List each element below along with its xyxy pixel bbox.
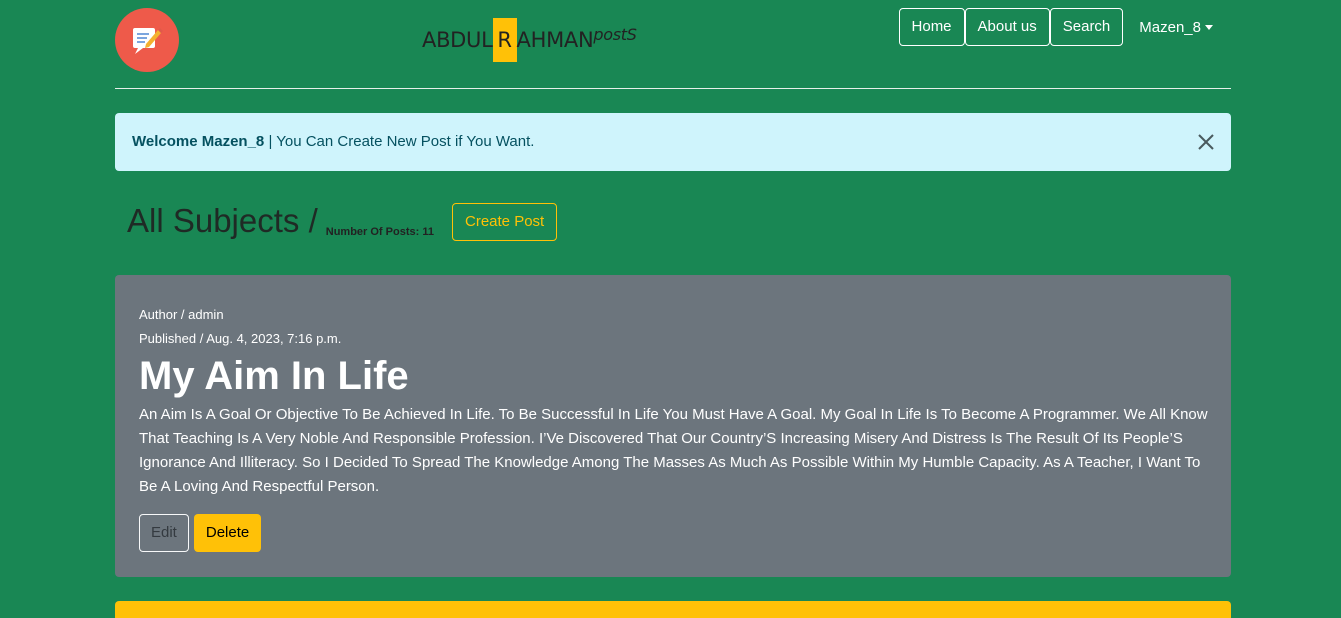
- post-count: Number Of Posts: 11: [325, 226, 434, 238]
- post-card-next: [115, 601, 1231, 618]
- post-author: Author / admin: [139, 307, 224, 322]
- page-title: All Subjects /: [127, 202, 318, 239]
- post-body: An Aim Is A Goal Or Objective To Be Achi…: [139, 406, 1208, 495]
- top-nav: Home About us Search Mazen_8: [898, 8, 1231, 46]
- delete-button[interactable]: Delete: [193, 514, 262, 552]
- nav-home-button[interactable]: Home: [898, 8, 965, 46]
- alert-text: | You Can Create New Post if You Want.: [264, 133, 535, 150]
- close-icon[interactable]: [1197, 133, 1215, 151]
- page-container: ABDUL R AHMAN postS Home About us Search Ma…: [115, 0, 1231, 618]
- brand-part-2: AHMAN: [516, 28, 594, 52]
- post-card: Author / admin Published / Aug. 4, 2023,…: [115, 275, 1231, 577]
- note-pencil-icon: [133, 28, 163, 54]
- brand-title: ABDUL R AHMAN postS: [422, 18, 637, 62]
- nav-search-button[interactable]: Search: [1049, 8, 1124, 46]
- brand-part-1: ABDUL: [422, 28, 493, 52]
- brand-highlight: R: [492, 18, 517, 62]
- post-actions: Edit Delete: [139, 514, 1207, 552]
- nav-about-button[interactable]: About us: [964, 8, 1050, 46]
- caret-down-icon: [1205, 24, 1213, 30]
- post-title: My Aim In Life: [139, 354, 409, 398]
- header: ABDUL R AHMAN postS Home About us Search Ma…: [115, 0, 1231, 89]
- edit-button[interactable]: Edit: [139, 514, 189, 552]
- welcome-alert: Welcome Mazen_8 | You Can Create New Pos…: [115, 113, 1231, 171]
- brand-suffix: postS: [593, 25, 637, 44]
- alert-bold-text: Welcome Mazen_8: [132, 133, 265, 150]
- user-dropdown[interactable]: Mazen_8: [1139, 19, 1213, 36]
- subjects-heading: All Subjects / Number Of Posts: 11: [127, 200, 434, 242]
- create-post-button[interactable]: Create Post: [452, 203, 558, 241]
- logo[interactable]: [115, 8, 179, 72]
- user-name: Mazen_8: [1139, 18, 1201, 36]
- post-published: Published / Aug. 4, 2023, 7:16 p.m.: [139, 331, 342, 346]
